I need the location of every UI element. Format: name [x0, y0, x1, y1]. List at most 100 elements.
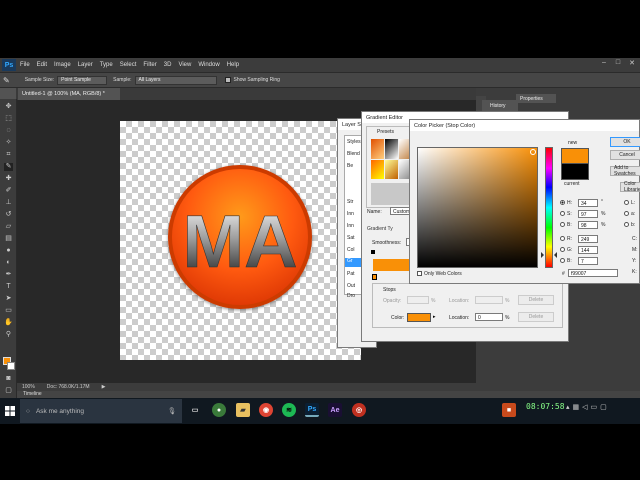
layer-style-item-inner-shadow[interactable]: Inn — [347, 211, 354, 217]
saturation-input[interactable]: 97 — [578, 210, 598, 218]
gradient-tool-icon[interactable]: ▤ — [4, 235, 13, 243]
layer-style-item-satin[interactable]: Sat — [347, 235, 355, 241]
move-tool-icon[interactable]: ✥ — [4, 103, 13, 111]
green-input[interactable]: 144 — [578, 246, 598, 254]
blur-tool-icon[interactable]: ● — [4, 247, 13, 255]
hue-slider[interactable] — [545, 147, 553, 268]
brush-tool-icon[interactable]: ✐ — [4, 187, 13, 195]
brightness-radio[interactable] — [560, 222, 565, 227]
red-input[interactable]: 249 — [578, 235, 598, 243]
eyedropper-tool-icon[interactable]: ✎ — [4, 163, 13, 171]
layer-style-item-stroke[interactable]: Str — [347, 199, 353, 205]
layer-style-item-inner-glow[interactable]: Inn — [347, 223, 354, 229]
lab-a-radio[interactable] — [624, 211, 629, 216]
close-icon[interactable]: ✕ — [626, 59, 638, 69]
ok-button[interactable]: OK — [610, 137, 640, 147]
preset-swatch[interactable] — [385, 159, 398, 179]
opacity-stop-icon[interactable] — [371, 250, 375, 254]
taskbar-clock[interactable]: 08:07:58 — [526, 402, 565, 416]
tray-app-icon[interactable]: ■ — [502, 403, 516, 417]
cortana-search-box[interactable]: ○ Ask me anything 🎙 — [20, 399, 182, 423]
start-button[interactable] — [0, 398, 20, 424]
task-view-icon[interactable]: ▭ — [188, 403, 202, 417]
menu-view[interactable]: View — [178, 62, 191, 68]
dodge-tool-icon[interactable]: ◐ — [4, 259, 13, 267]
hand-tool-icon[interactable]: ✋ — [4, 319, 13, 327]
color-stop-icon[interactable] — [372, 274, 377, 280]
after-effects-taskbar-icon[interactable]: Ae — [328, 403, 342, 417]
sample-select[interactable]: All Layers — [134, 75, 217, 85]
microphone-icon[interactable]: 🎙 — [168, 407, 176, 415]
menu-window[interactable]: Window — [198, 62, 219, 68]
lab-b-radio[interactable] — [624, 222, 629, 227]
layer-style-item-outer-glow[interactable]: Out — [347, 283, 355, 289]
zoom-level[interactable]: 100% — [22, 384, 35, 390]
network-icon[interactable]: ▦ — [573, 403, 580, 417]
hex-input[interactable]: f99007 — [568, 269, 618, 277]
red-radio[interactable] — [560, 236, 565, 241]
background-color-swatch[interactable] — [7, 362, 15, 370]
app-icon[interactable]: ● — [212, 403, 226, 417]
color-libraries-button[interactable]: Color Libraries — [620, 181, 640, 193]
pen-tool-icon[interactable]: ✒ — [4, 271, 13, 279]
menu-help[interactable]: Help — [227, 62, 239, 68]
menu-layer[interactable]: Layer — [78, 62, 93, 68]
add-to-swatches-button[interactable]: Add to Swatches — [610, 165, 640, 177]
menu-3d[interactable]: 3D — [164, 62, 172, 68]
color-cursor-icon[interactable] — [530, 149, 536, 155]
menu-file[interactable]: File — [20, 62, 30, 68]
document-canvas[interactable]: MA — [120, 121, 361, 360]
saturation-radio[interactable] — [560, 211, 565, 216]
stamp-tool-icon[interactable]: ⊥ — [4, 199, 13, 207]
stop-color-swatch[interactable] — [407, 313, 431, 322]
chrome-icon[interactable]: ◉ — [259, 403, 273, 417]
hue-slider-right-arrow-icon[interactable] — [554, 252, 557, 258]
stop-color-menu-icon[interactable]: ▸ — [433, 314, 436, 320]
preset-swatch[interactable] — [371, 159, 384, 179]
spotify-icon[interactable]: ≋ — [282, 403, 296, 417]
preset-swatch[interactable] — [385, 139, 398, 159]
history-brush-tool-icon[interactable]: ↺ — [4, 211, 13, 219]
cancel-button[interactable]: Cancel — [610, 150, 640, 160]
layer-style-item-pattern[interactable]: Pat — [347, 271, 355, 277]
green-radio[interactable] — [560, 247, 565, 252]
status-arrow-icon[interactable]: ▶ — [102, 384, 106, 390]
eyedropper-tool-icon[interactable]: ✎ — [3, 76, 10, 85]
menu-type[interactable]: Type — [100, 62, 113, 68]
tray-icon[interactable]: ▴ — [566, 403, 570, 417]
minimize-icon[interactable]: – — [598, 59, 610, 69]
screen-mode-icon[interactable]: ▢ — [4, 387, 13, 395]
layer-style-item-styles[interactable]: Styles — [347, 139, 361, 145]
eraser-tool-icon[interactable]: ▱ — [4, 223, 13, 231]
lab-l-radio[interactable] — [624, 200, 629, 205]
menu-select[interactable]: Select — [120, 62, 137, 68]
path-select-tool-icon[interactable]: ➤ — [4, 295, 13, 303]
shape-tool-icon[interactable]: ▭ — [4, 307, 13, 315]
hue-input[interactable]: 34 — [578, 199, 598, 207]
document-tab[interactable]: Untitled-1 @ 100% (MA, RGB/8) * — [18, 88, 120, 100]
blue-radio[interactable] — [560, 258, 565, 263]
history-panel-tab[interactable]: History — [482, 100, 518, 111]
recorder-icon[interactable]: ◎ — [352, 403, 366, 417]
show-sampling-ring-checkbox[interactable] — [224, 77, 231, 83]
notification-icon[interactable]: ▢ — [600, 403, 607, 417]
only-web-colors-checkbox[interactable] — [417, 271, 422, 276]
lasso-tool-icon[interactable]: ◌ — [4, 127, 13, 135]
color-location-input[interactable]: 0 — [475, 313, 503, 321]
hue-radio[interactable] — [560, 200, 565, 205]
healing-tool-icon[interactable]: ✚ — [4, 175, 13, 183]
quick-select-tool-icon[interactable]: ✧ — [4, 139, 13, 147]
layer-style-item-bevel[interactable]: Be — [347, 163, 353, 169]
preset-swatch[interactable] — [371, 139, 384, 159]
layer-style-item-color-overlay[interactable]: Col — [347, 247, 355, 253]
maximize-icon[interactable]: □ — [612, 59, 624, 69]
saturation-brightness-field[interactable] — [417, 147, 538, 268]
type-tool-icon[interactable]: T — [4, 283, 13, 291]
marquee-tool-icon[interactable]: ⬚ — [4, 115, 13, 123]
photoshop-taskbar-icon[interactable]: Ps — [305, 403, 319, 417]
properties-panel-tab[interactable]: Properties — [516, 94, 556, 103]
brightness-input[interactable]: 98 — [578, 221, 598, 229]
battery-icon[interactable]: ▭ — [591, 403, 598, 417]
hue-slider-left-arrow-icon[interactable] — [541, 252, 544, 258]
timeline-panel-tab[interactable]: Timeline — [17, 391, 640, 398]
